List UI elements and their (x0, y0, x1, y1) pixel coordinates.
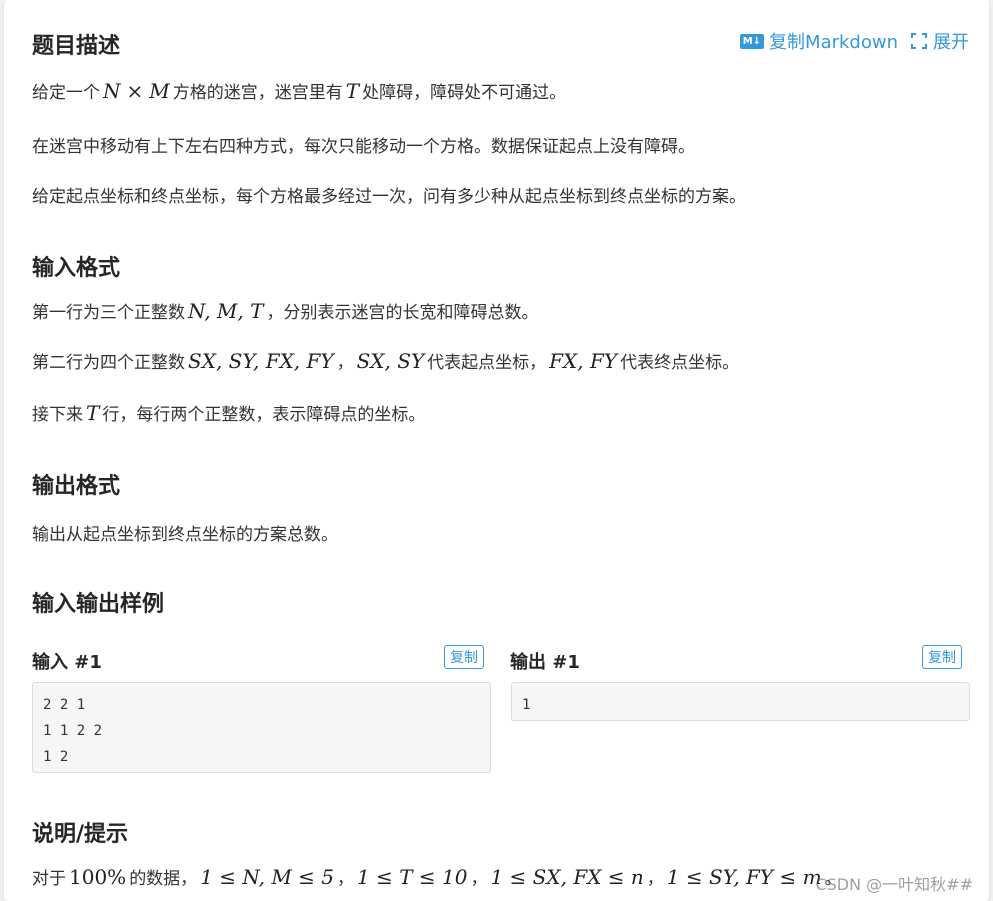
section-title-input-format: 输入格式 (32, 256, 121, 281)
math-percent: 100% (69, 865, 127, 889)
section-title-hint: 说明/提示 (32, 822, 129, 847)
text: ， (646, 869, 664, 889)
math-bound-t: 1 ≤ T ≤ 10 (357, 865, 468, 889)
text: 第二行为四个正整数 (32, 353, 185, 373)
text: 接下来 (32, 405, 83, 425)
math-n: N (103, 79, 121, 103)
math-bound-x: 1 ≤ SX, FX ≤ n (490, 865, 644, 889)
math-start: SX, SY (356, 349, 425, 373)
text: 代表起点坐标， (427, 353, 547, 373)
math-finish: FX, FY (549, 349, 618, 373)
copy-markdown-button[interactable]: M↓ 复制Markdown (739, 28, 898, 54)
math-nmt: N, M, T (188, 299, 264, 323)
hint-text: 对于 100% 的数据， 1 ≤ N, M ≤ 5， 1 ≤ T ≤ 10， 1 ≤ SX… (32, 864, 842, 889)
math-t: T (345, 79, 360, 103)
sample-input-label: 输入 #1 (32, 652, 102, 673)
text: 给定一个 (32, 83, 100, 103)
desc-paragraph-3: 给定起点坐标和终点坐标，每个方格最多经过一次，问有多少种从起点坐标到终点坐标的方… (32, 187, 746, 207)
text: ， (337, 869, 354, 889)
text: 的数据， (129, 869, 198, 889)
section-title-description: 题目描述 (32, 34, 121, 59)
sample-output-box[interactable]: 1 (511, 682, 970, 721)
math-m: M (149, 79, 170, 103)
text: 行，每行两个正整数，表示障碍点的坐标。 (102, 405, 426, 425)
section-title-samples: 输入输出样例 (32, 592, 165, 617)
math-t: T (86, 401, 100, 425)
text: 方格的迷宫，迷宫里有 (172, 83, 343, 103)
text: 处障碍，障碍处不可通过。 (362, 83, 567, 103)
text: ， (336, 353, 354, 373)
text: ，分别表示迷宫的长宽和障碍总数。 (266, 303, 539, 323)
math-coords: SX, SY, FX, FY (188, 349, 334, 373)
copy-markdown-label: 复制Markdown (769, 32, 898, 53)
input-format-line-2: 第二行为四个正整数 SX, SY, FX, FY， SX, SY 代表起点坐标， FX,… (32, 348, 739, 373)
desc-paragraph-1: 给定一个 N × M 方格的迷宫，迷宫里有 T 处障碍，障碍处不可通过。 (32, 78, 566, 103)
problem-card: M↓ 复制Markdown 展开 题目描述 给定一个 N × M 方格的迷宫，迷宫里有 T… (4, 0, 989, 901)
copy-output-button[interactable]: 复制 (922, 645, 962, 669)
section-title-output-format: 输出格式 (32, 474, 121, 499)
math-times: × (126, 79, 144, 103)
text: 第一行为三个正整数 (32, 303, 185, 323)
expand-label: 展开 (933, 32, 969, 53)
input-format-line-1: 第一行为三个正整数 N, M, T ，分别表示迷宫的长宽和障碍总数。 (32, 298, 538, 323)
watermark: CSDN @一叶知秋## (815, 875, 973, 894)
output-format-text: 输出从起点坐标到终点坐标的方案总数。 (32, 525, 338, 545)
desc-paragraph-2: 在迷宫中移动有上下左右四种方式，每次只能移动一个方格。数据保证起点上没有障碍。 (32, 137, 695, 157)
math-bound-y: 1 ≤ SY, FY ≤ m (666, 865, 822, 889)
text: ， (470, 869, 488, 889)
input-format-line-3: 接下来 T 行，每行两个正整数，表示障碍点的坐标。 (32, 400, 425, 425)
sample-output-label: 输出 #1 (510, 652, 580, 673)
text: 对于 (32, 869, 66, 889)
math-bound-nm: 1 ≤ N, M ≤ 5 (200, 865, 334, 889)
text: 代表终点坐标。 (620, 353, 740, 373)
markdown-icon: M↓ (739, 33, 765, 49)
expand-button[interactable]: 展开 (910, 28, 969, 54)
toolbar: M↓ 复制Markdown 展开 (739, 28, 969, 54)
expand-icon (910, 32, 928, 50)
copy-input-button[interactable]: 复制 (444, 645, 484, 669)
sample-input-box[interactable]: 2 2 1 1 1 2 2 1 2 (32, 682, 491, 773)
